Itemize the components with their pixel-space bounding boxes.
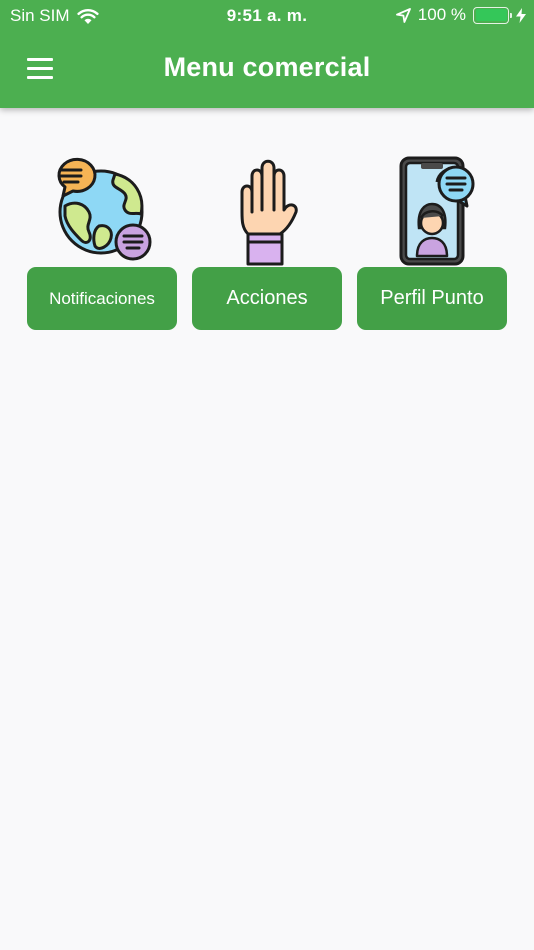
- battery-percentage: 100 %: [417, 5, 466, 24]
- globe-chat-icon: [57, 157, 152, 261]
- app-bar: Sin SIM 9:51 a. m. 100 % Menu comercial: [0, 0, 534, 108]
- perfil-punto-button[interactable]: Perfil Punto: [357, 267, 507, 330]
- acciones-button[interactable]: Acciones: [192, 267, 342, 330]
- battery-icon: [473, 6, 512, 24]
- status-right: 100 %: [395, 5, 526, 25]
- toolbar: Menu comercial: [0, 32, 534, 108]
- page-title: Menu comercial: [163, 52, 371, 82]
- charging-bolt-icon: [516, 7, 526, 23]
- raised-hand-icon: [240, 159, 298, 266]
- battery-level: [475, 9, 507, 21]
- notificaciones-button[interactable]: Notificaciones: [27, 267, 177, 330]
- location-arrow-icon: [395, 7, 411, 23]
- phone-profile-icon: [399, 156, 475, 266]
- status-bar: Sin SIM 9:51 a. m. 100 %: [0, 0, 534, 32]
